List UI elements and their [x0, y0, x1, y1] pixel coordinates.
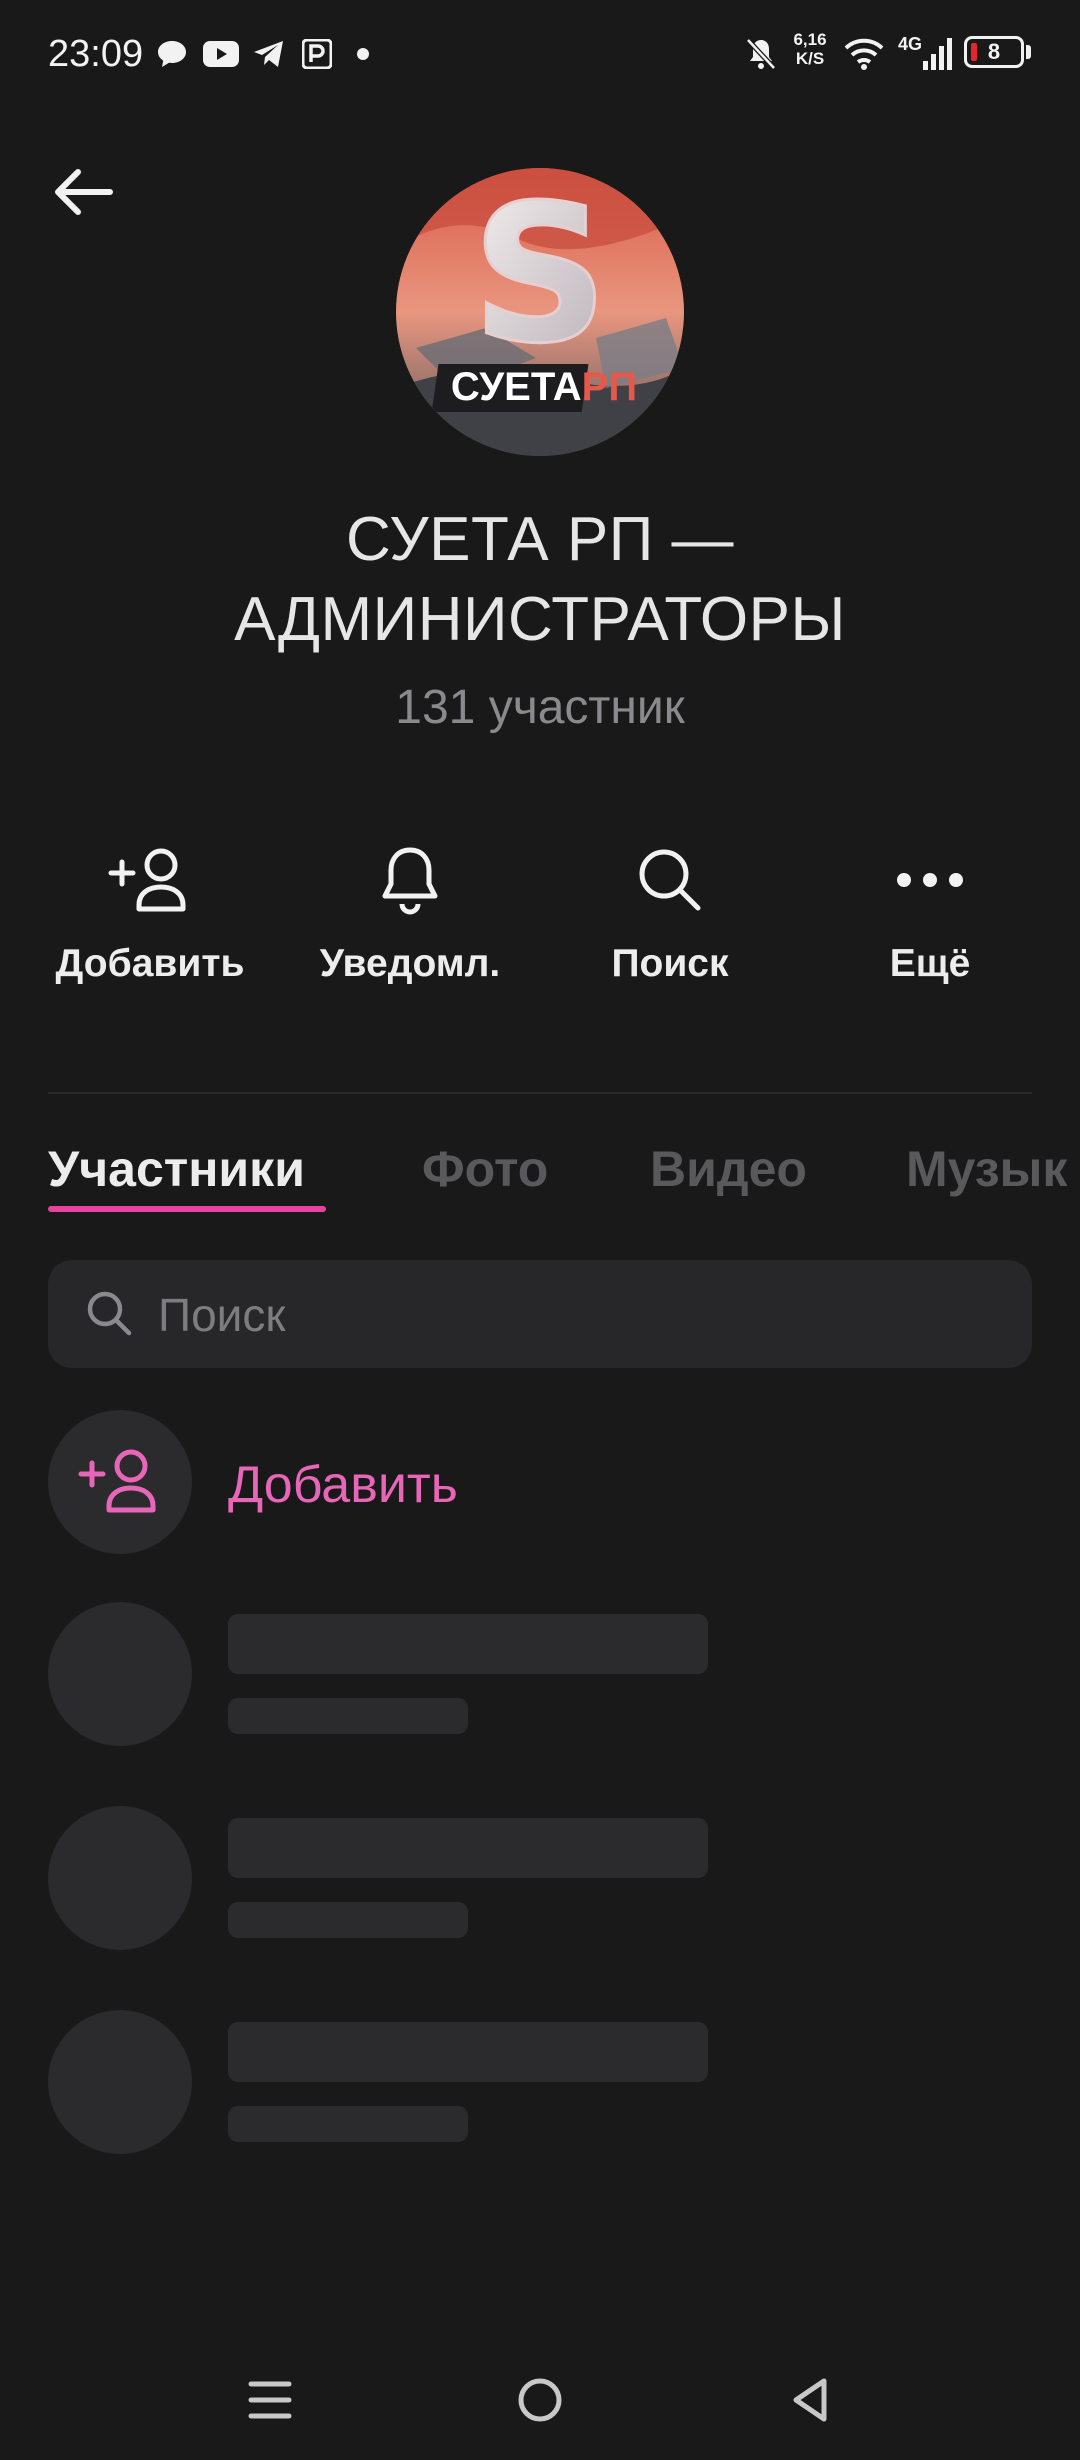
more-action-label: Ещё [889, 942, 971, 985]
add-member-avatar[interactable] [48, 1410, 192, 1554]
tab-members[interactable]: Участники [48, 1134, 305, 1204]
member-name-placeholder [228, 1614, 708, 1674]
menu-icon [247, 2378, 293, 2427]
group-avatar[interactable]: S СУЕТАРП [396, 168, 684, 456]
add-user-icon [77, 1446, 163, 1519]
member-status-placeholder [228, 2106, 468, 2142]
bell-icon [365, 840, 455, 920]
tab-photo[interactable]: Фото [422, 1134, 548, 1204]
add-user-icon [105, 840, 195, 920]
youtube-icon [202, 36, 240, 72]
tab-active-indicator [48, 1206, 326, 1212]
search-input[interactable] [156, 1260, 1000, 1370]
tab-music[interactable]: Музык [906, 1134, 1067, 1204]
member-status-placeholder [228, 1902, 468, 1938]
svg-text:СУЕТАРП: СУЕТАРП [451, 365, 637, 409]
bell-off-icon [744, 36, 778, 72]
member-status-placeholder [228, 1698, 468, 1734]
more-dots-icon [885, 840, 975, 920]
notifications-action-label: Уведомл. [319, 942, 501, 985]
wifi-icon [844, 36, 884, 72]
telegram-icon [252, 36, 286, 72]
search-icon [84, 1288, 136, 1340]
add-action-label: Добавить [55, 942, 245, 985]
notifications-action-button[interactable]: Уведомл. [290, 840, 530, 1010]
status-time: 23:09 [48, 33, 144, 75]
home-icon [516, 2376, 564, 2429]
dot-icon [356, 36, 370, 72]
member-name-placeholder [228, 2022, 708, 2082]
net-speed: 6,16 K/S [793, 30, 827, 68]
member-name-placeholder [228, 1818, 708, 1878]
arrow-left-icon [55, 169, 113, 215]
signal-icon [922, 36, 954, 72]
nav-back-button[interactable] [770, 2362, 850, 2442]
network-type: 4G [898, 34, 923, 54]
nav-menu-button[interactable] [230, 2362, 310, 2442]
svg-text:S: S [472, 168, 609, 385]
battery-icon: 8 [964, 36, 1024, 68]
members-search[interactable] [48, 1260, 1032, 1370]
chat-bubble-icon [156, 36, 188, 72]
member-avatar-placeholder [48, 1806, 192, 1950]
back-triangle-icon [788, 2375, 832, 2430]
members-count[interactable]: 131 участник [0, 680, 1080, 735]
tab-video[interactable]: Видео [650, 1134, 807, 1204]
search-action-button[interactable]: Поиск [550, 840, 790, 1010]
search-icon [625, 840, 715, 920]
group-title: СУЕТА РП — АДМИНИСТРАТОРЫ [234, 505, 846, 654]
parking-icon [302, 36, 332, 72]
nav-home-button[interactable] [500, 2362, 580, 2442]
add-action-button[interactable]: Добавить [30, 840, 270, 1010]
member-avatar-placeholder [48, 1602, 192, 1746]
divider [48, 1092, 1032, 1094]
battery-level: 8 [987, 39, 1001, 64]
more-action-button[interactable]: Ещё [810, 840, 1050, 1010]
add-member-label[interactable]: Добавить [228, 1450, 458, 1520]
member-avatar-placeholder [48, 2010, 192, 2154]
back-button[interactable] [44, 158, 124, 238]
search-action-label: Поиск [611, 942, 729, 985]
